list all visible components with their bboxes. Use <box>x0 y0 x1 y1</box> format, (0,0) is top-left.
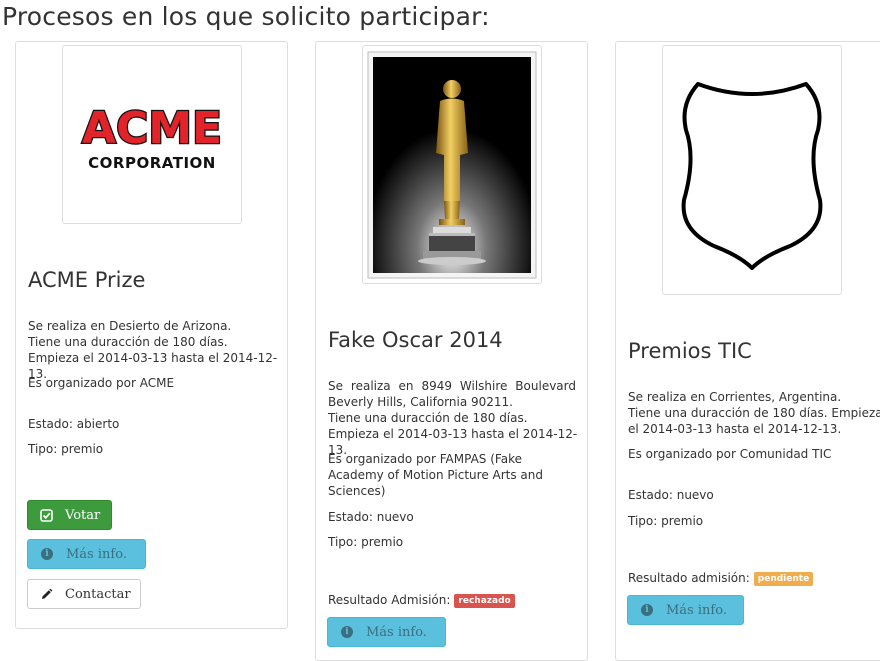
more-info-button[interactable]: i Más info. <box>27 539 146 569</box>
more-info-button[interactable]: i Más info. <box>627 595 744 625</box>
more-info-button[interactable]: i Más info. <box>327 617 446 647</box>
more-info-button-label: Más info. <box>666 602 727 618</box>
card-type: Tipo: premio <box>328 535 404 549</box>
card-organizer: Es organizado por Comunidad TIC <box>628 447 832 461</box>
pencil-icon <box>40 587 53 601</box>
vote-button-label: Votar <box>65 507 101 523</box>
check-square-icon <box>40 508 53 522</box>
shield-thumbnail[interactable] <box>662 45 842 295</box>
page-title: Procesos en los que solicito participar: <box>2 2 490 31</box>
process-card-acme: ACME CORPORATION ACME Prize Se realiza e… <box>15 41 288 629</box>
card-status: Estado: abierto <box>28 417 120 431</box>
card-status: Estado: nuevo <box>628 488 714 502</box>
card-status: Estado: nuevo <box>328 510 414 524</box>
more-info-button-label: Más info. <box>366 624 427 640</box>
info-circle-icon: i <box>340 625 354 639</box>
contact-button-label: Contactar <box>65 586 131 602</box>
card-organizer: Es organizado por ACME <box>28 376 175 390</box>
card-location: Se realiza en Desierto de Arizona. <box>28 319 232 333</box>
admission-label: Resultado admisión: <box>628 571 750 585</box>
admission-result: Resultado admisión: pendiente <box>628 570 880 586</box>
status-badge: pendiente <box>753 572 814 586</box>
card-title: Premios TIC <box>628 339 752 363</box>
more-info-button-label: Más info. <box>66 546 127 562</box>
card-organizer: Es organizado por FAMPAS (Fake Academy o… <box>328 452 544 498</box>
acme-logo-thumbnail[interactable]: ACME CORPORATION <box>62 45 242 224</box>
vote-button[interactable]: Votar <box>27 500 112 530</box>
acme-logo-image: ACME CORPORATION <box>81 101 224 172</box>
card-duration: Tiene una duracción de 180 días. Empieza… <box>628 406 880 436</box>
card-location: Se realiza en 8949 Wilshire Boulevard Be… <box>328 379 576 409</box>
svg-text:ACME: ACME <box>82 103 222 154</box>
status-badge: rechazado <box>454 594 515 608</box>
oscar-thumbnail[interactable] <box>362 45 542 284</box>
process-card-fake-oscar: Fake Oscar 2014 Se realiza en 8949 Wilsh… <box>315 41 588 661</box>
shield-image <box>681 82 823 270</box>
card-type: Tipo: premio <box>28 442 104 456</box>
card-location: Se realiza en Corrientes, Argentina. <box>628 390 842 404</box>
admission-label: Resultado Admisión: <box>328 593 451 607</box>
info-circle-icon: i <box>640 603 654 617</box>
card-title: Fake Oscar 2014 <box>328 328 503 352</box>
trophy-image <box>367 51 537 278</box>
contact-button[interactable]: Contactar <box>27 579 141 609</box>
process-card-premios-tic: Premios TIC Se realiza en Corrientes, Ar… <box>615 41 880 661</box>
card-type: Tipo: premio <box>628 514 704 528</box>
card-title: ACME Prize <box>28 268 146 292</box>
admission-result: Resultado Admisión: rechazado <box>328 592 578 608</box>
info-circle-icon: i <box>40 547 54 561</box>
svg-text:CORPORATION: CORPORATION <box>88 154 216 172</box>
